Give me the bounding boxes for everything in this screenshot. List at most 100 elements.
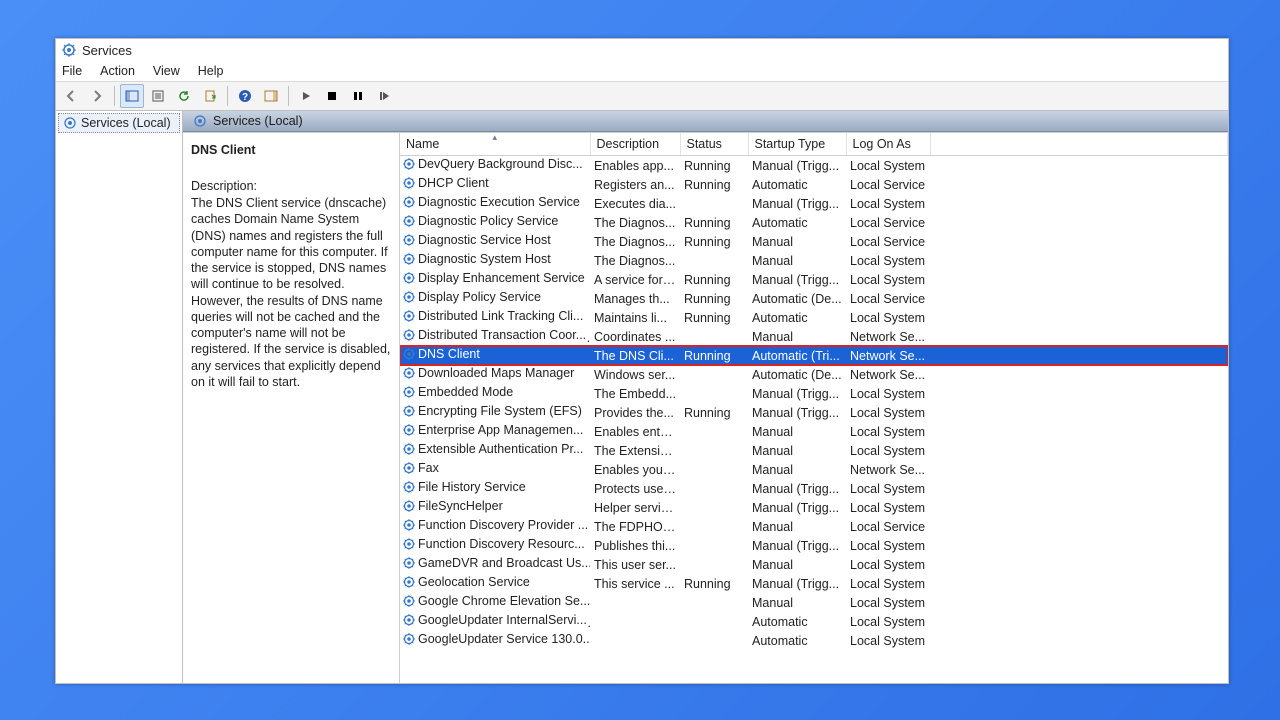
cell-name: Google Chrome Elevation Se...	[418, 594, 590, 608]
detail-pane: DNS Client Description: The DNS Client s…	[183, 133, 400, 683]
cell-startup-type: Automatic	[748, 308, 846, 327]
table-row[interactable]: DNS ClientThe DNS Cli...RunningAutomatic…	[400, 346, 1228, 365]
table-row[interactable]: Encrypting File System (EFS)Provides the…	[400, 403, 1228, 422]
cell-description: Publishes thi...	[590, 536, 680, 555]
table-row[interactable]: Diagnostic Execution ServiceExecutes dia…	[400, 194, 1228, 213]
cell-name: Geolocation Service	[418, 575, 530, 589]
column-header-spacer	[930, 133, 1228, 156]
services-icon	[62, 43, 76, 57]
table-row[interactable]: GameDVR and Broadcast Us...This user ser…	[400, 555, 1228, 574]
table-row[interactable]: Display Policy ServiceManages th...Runni…	[400, 289, 1228, 308]
table-row[interactable]: Function Discovery Provider ...The FDPHO…	[400, 517, 1228, 536]
cell-status: Running	[680, 175, 748, 194]
gear-icon	[402, 290, 416, 304]
cell-status: Running	[680, 156, 748, 176]
cell-name: Diagnostic System Host	[418, 252, 551, 266]
gear-icon	[402, 594, 416, 608]
cell-name: Diagnostic Execution Service	[418, 195, 580, 209]
pause-button[interactable]	[346, 84, 370, 108]
cell-log-on-as: Local System	[846, 612, 930, 631]
menu-view[interactable]: View	[153, 64, 180, 78]
cell-status	[680, 460, 748, 479]
cell-startup-type: Manual (Trigg...	[748, 270, 846, 289]
table-row[interactable]: Geolocation ServiceThis service ...Runni…	[400, 574, 1228, 593]
column-header-description[interactable]: Description	[590, 133, 680, 156]
menu-file[interactable]: File	[62, 64, 82, 78]
column-header-startup-type[interactable]: Startup Type	[748, 133, 846, 156]
cell-name: Embedded Mode	[418, 385, 513, 399]
cell-startup-type: Automatic (De...	[748, 365, 846, 384]
gear-icon	[402, 613, 416, 627]
table-row[interactable]: DevQuery Background Disc...Enables app..…	[400, 156, 1228, 176]
cell-status: Running	[680, 270, 748, 289]
gear-icon	[402, 404, 416, 418]
refresh-button[interactable]	[172, 84, 196, 108]
cell-name: Diagnostic Service Host	[418, 233, 551, 247]
show-hide-action-pane-button[interactable]	[259, 84, 283, 108]
cell-status	[680, 365, 748, 384]
cell-log-on-as: Local System	[846, 384, 930, 403]
table-row[interactable]: Diagnostic System HostThe Diagnos...Manu…	[400, 251, 1228, 270]
cell-name: DNS Client	[418, 347, 480, 361]
show-hide-tree-button[interactable]	[120, 84, 144, 108]
table-row[interactable]: GoogleUpdater Service 130.0...AutomaticL…	[400, 631, 1228, 650]
cell-log-on-as: Local System	[846, 593, 930, 612]
cell-startup-type: Manual	[748, 517, 846, 536]
menu-help[interactable]: Help	[198, 64, 224, 78]
services-list[interactable]: Name▴ Description Status Startup Type Lo…	[400, 133, 1228, 683]
cell-name: Distributed Link Tracking Cli...	[418, 309, 583, 323]
table-row[interactable]: Diagnostic Policy ServiceThe Diagnos...R…	[400, 213, 1228, 232]
column-header-name[interactable]: Name▴	[400, 133, 590, 156]
main-pane: Services (Local) DNS Client Description:…	[183, 111, 1228, 683]
tree-item-services-local[interactable]: Services (Local)	[58, 113, 180, 133]
help-button[interactable]: ?	[233, 84, 257, 108]
table-row[interactable]: Distributed Link Tracking Cli...Maintain…	[400, 308, 1228, 327]
cell-name: Fax	[418, 461, 439, 475]
properties-button[interactable]	[146, 84, 170, 108]
stop-button[interactable]	[320, 84, 344, 108]
table-row[interactable]: Downloaded Maps ManagerWindows ser...Aut…	[400, 365, 1228, 384]
table-row[interactable]: Embedded ModeThe Embedd...Manual (Trigg.…	[400, 384, 1228, 403]
cell-status	[680, 555, 748, 574]
table-row[interactable]: File History ServiceProtects user...Manu…	[400, 479, 1228, 498]
back-button[interactable]	[59, 84, 83, 108]
table-row[interactable]: Function Discovery Resourc...Publishes t…	[400, 536, 1228, 555]
column-header-status[interactable]: Status	[680, 133, 748, 156]
table-row[interactable]: Distributed Transaction Coor...Coordinat…	[400, 327, 1228, 346]
cell-status: Running	[680, 308, 748, 327]
export-list-button[interactable]	[198, 84, 222, 108]
table-row[interactable]: Enterprise App Managemen...Enables ente.…	[400, 422, 1228, 441]
cell-status	[680, 251, 748, 270]
table-row[interactable]: GoogleUpdater InternalServi...AutomaticL…	[400, 612, 1228, 631]
cell-name: GameDVR and Broadcast Us...	[418, 556, 590, 570]
table-row[interactable]: FaxEnables you ...ManualNetwork Se...	[400, 460, 1228, 479]
menu-action[interactable]: Action	[100, 64, 135, 78]
gear-icon	[402, 575, 416, 589]
gear-icon	[402, 632, 416, 646]
gear-icon	[402, 214, 416, 228]
cell-startup-type: Manual	[748, 232, 846, 251]
cell-status	[680, 422, 748, 441]
table-row[interactable]: Google Chrome Elevation Se...ManualLocal…	[400, 593, 1228, 612]
cell-name: DHCP Client	[418, 176, 489, 190]
cell-name: Display Policy Service	[418, 290, 541, 304]
table-row[interactable]: Extensible Authentication Pr...The Exten…	[400, 441, 1228, 460]
cell-log-on-as: Network Se...	[846, 327, 930, 346]
column-header-log-on-as[interactable]: Log On As	[846, 133, 930, 156]
table-row[interactable]: DHCP ClientRegisters an...RunningAutomat…	[400, 175, 1228, 194]
table-row[interactable]: FileSyncHelperHelper servic...Manual (Tr…	[400, 498, 1228, 517]
gear-icon	[402, 233, 416, 247]
cell-startup-type: Manual	[748, 460, 846, 479]
gear-icon	[402, 518, 416, 532]
gear-icon	[402, 157, 416, 171]
content: DNS Client Description: The DNS Client s…	[183, 132, 1228, 683]
start-button[interactable]	[294, 84, 318, 108]
table-row[interactable]: Display Enhancement ServiceA service for…	[400, 270, 1228, 289]
cell-name: Diagnostic Policy Service	[418, 214, 558, 228]
cell-startup-type: Manual	[748, 422, 846, 441]
restart-button[interactable]	[372, 84, 396, 108]
forward-button[interactable]	[85, 84, 109, 108]
cell-description: Enables app...	[590, 156, 680, 176]
table-row[interactable]: Diagnostic Service HostThe Diagnos...Run…	[400, 232, 1228, 251]
cell-description: The Extensib...	[590, 441, 680, 460]
